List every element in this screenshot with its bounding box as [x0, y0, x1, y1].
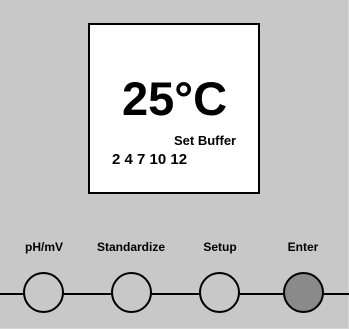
standardize-button[interactable] [111, 272, 152, 313]
lcd-display: 25°C Set Buffer 2 4 7 10 12 [88, 23, 260, 194]
mode-label: Set Buffer [174, 133, 237, 148]
ph-mv-label: pH/mV [24, 240, 64, 254]
ph-mv-button[interactable] [23, 272, 64, 313]
standardize-label: Standardize [96, 240, 166, 254]
enter-button[interactable] [283, 272, 324, 313]
temperature-readout: 25°C [122, 72, 228, 125]
setup-label: Setup [203, 240, 237, 254]
setup-button[interactable] [199, 272, 240, 313]
meter-panel: 25°C Set Buffer 2 4 7 10 12 pH/mV Standa… [0, 0, 349, 329]
buffer-values: 2 4 7 10 12 [112, 151, 188, 168]
enter-label: Enter [287, 240, 319, 254]
